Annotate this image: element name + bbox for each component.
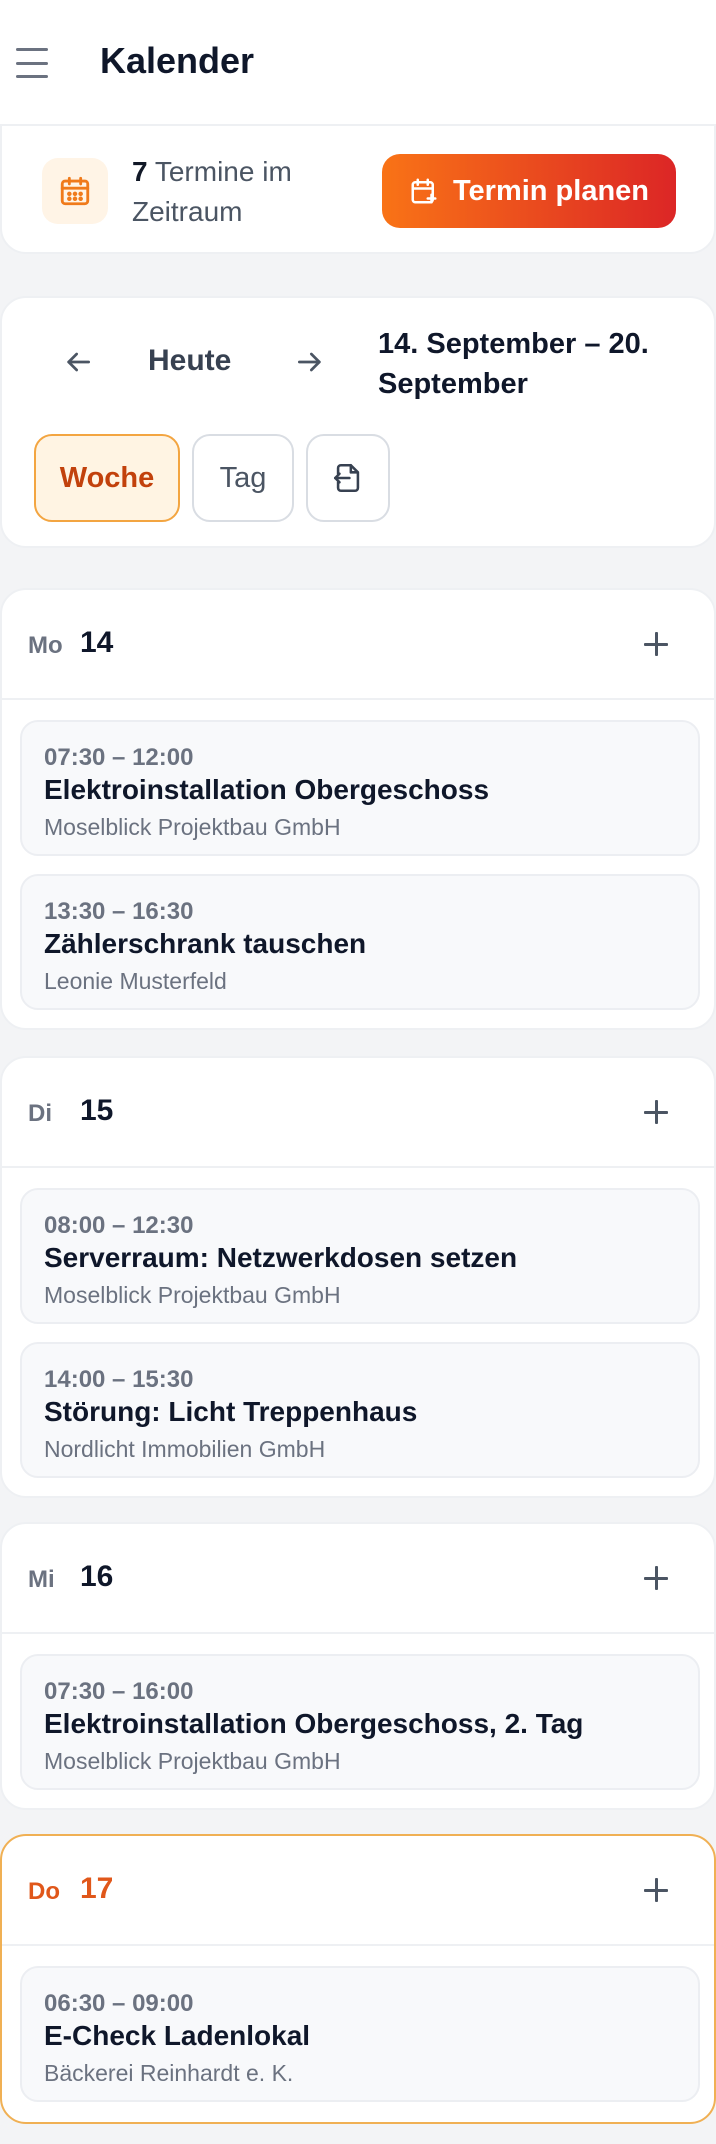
appointment-item[interactable]: 14:00 – 15:30 Störung: Licht Treppenhaus… xyxy=(20,1342,700,1478)
file-export-icon xyxy=(333,463,360,493)
appointment-title: Serverraum: Netzwerkdosen setzen xyxy=(44,1242,518,1273)
appointment-title: Zählerschrank tauschen xyxy=(44,928,367,959)
today-button[interactable]: Heute xyxy=(148,344,231,378)
day-number: 17 xyxy=(80,1872,114,1905)
appointment-title: Elektroinstallation Obergeschoss, 2. Tag xyxy=(44,1708,584,1739)
day-header: Mi 16 xyxy=(2,1524,714,1634)
summary-card: 7 Termine im Zeitraum Termin planen xyxy=(0,124,716,254)
appointment-item[interactable]: 07:30 – 16:00 Elektroinstallation Oberge… xyxy=(20,1654,700,1790)
plan-appointment-label: Termin planen xyxy=(452,174,650,207)
appointment-count-number: 7 xyxy=(132,156,148,187)
appointment-client: Moselblick Projektbau GmbH xyxy=(44,814,341,840)
add-appointment-icon[interactable] xyxy=(638,626,674,662)
day-number: 16 xyxy=(80,1560,114,1593)
appointment-client: Leonie Musterfeld xyxy=(44,968,227,994)
date-range-label: 14. September – 20. September xyxy=(378,328,649,400)
day-abbr: Mi xyxy=(28,1566,55,1593)
appointment-item[interactable]: 07:30 – 12:00 Elektroinstallation Oberge… xyxy=(20,720,700,856)
arrow-right-icon[interactable] xyxy=(288,340,332,384)
plan-appointment-button[interactable]: Termin planen xyxy=(382,154,676,228)
appointment-count: 7 Termine im Zeitraum xyxy=(132,152,342,232)
appointment-time: 07:30 – 12:00 xyxy=(44,744,194,771)
appointment-time: 08:00 – 12:30 xyxy=(44,1212,194,1239)
day-number: 15 xyxy=(80,1094,114,1127)
appointment-item[interactable]: 13:30 – 16:30 Zählerschrank tauschen Leo… xyxy=(20,874,700,1010)
appointment-time: 13:30 – 16:30 xyxy=(44,898,194,925)
day-card-wednesday: Mi 16 07:30 – 16:00 Elektroinstallation … xyxy=(0,1522,716,1810)
view-week-button[interactable]: Woche xyxy=(34,434,180,522)
add-appointment-icon[interactable] xyxy=(638,1094,674,1130)
appointment-time: 06:30 – 09:00 xyxy=(44,1990,194,2017)
appointment-item[interactable]: 06:30 – 09:00 E‑Check Ladenlokal Bäckere… xyxy=(20,1966,700,2102)
day-card-thursday: Do 17 06:30 – 09:00 E‑Check Ladenlokal B… xyxy=(0,1834,716,2124)
appointment-count-label: Termine im Zeitraum xyxy=(132,156,292,227)
appointment-item[interactable]: 08:00 – 12:30 Serverraum: Netzwerkdosen … xyxy=(20,1188,700,1324)
appointment-client: Nordlicht Immobilien GmbH xyxy=(44,1436,326,1462)
day-card-tuesday: Di 15 08:00 – 12:30 Serverraum: Netzwerk… xyxy=(0,1056,716,1498)
appointment-title: Elektroinstallation Obergeschoss xyxy=(44,774,490,805)
appointment-time: 07:30 – 16:00 xyxy=(44,1678,194,1705)
day-abbr: Mo xyxy=(28,632,63,659)
appointment-client: Moselblick Projektbau GmbH xyxy=(44,1282,341,1308)
day-abbr: Di xyxy=(28,1100,52,1127)
calendar-plus-icon xyxy=(411,178,437,204)
appointment-client: Moselblick Projektbau GmbH xyxy=(44,1748,341,1774)
appointment-title: E‑Check Ladenlokal xyxy=(44,2020,311,2051)
hamburger-menu-icon[interactable] xyxy=(14,46,50,80)
day-number: 14 xyxy=(80,626,114,659)
view-day-button[interactable]: Tag xyxy=(192,434,294,522)
app-header: Kalender xyxy=(0,0,716,126)
page-title: Kalender xyxy=(100,40,255,81)
day-abbr: Do xyxy=(28,1878,60,1905)
appointment-client: Bäckerei Reinhardt e. K. xyxy=(44,2060,294,2086)
day-header: Di 15 xyxy=(2,1058,714,1168)
appointment-time: 14:00 – 15:30 xyxy=(44,1366,194,1393)
export-button[interactable] xyxy=(306,434,390,522)
arrow-left-icon[interactable] xyxy=(56,340,100,384)
day-header: Do 17 xyxy=(2,1836,714,1946)
day-header: Mo 14 xyxy=(2,590,714,700)
day-card-monday: Mo 14 07:30 – 12:00 Elektroinstallation … xyxy=(0,588,716,1030)
add-appointment-icon[interactable] xyxy=(638,1560,674,1596)
calendar-icon xyxy=(42,158,108,224)
add-appointment-icon[interactable] xyxy=(638,1872,674,1908)
appointment-title: Störung: Licht Treppenhaus xyxy=(44,1396,418,1427)
